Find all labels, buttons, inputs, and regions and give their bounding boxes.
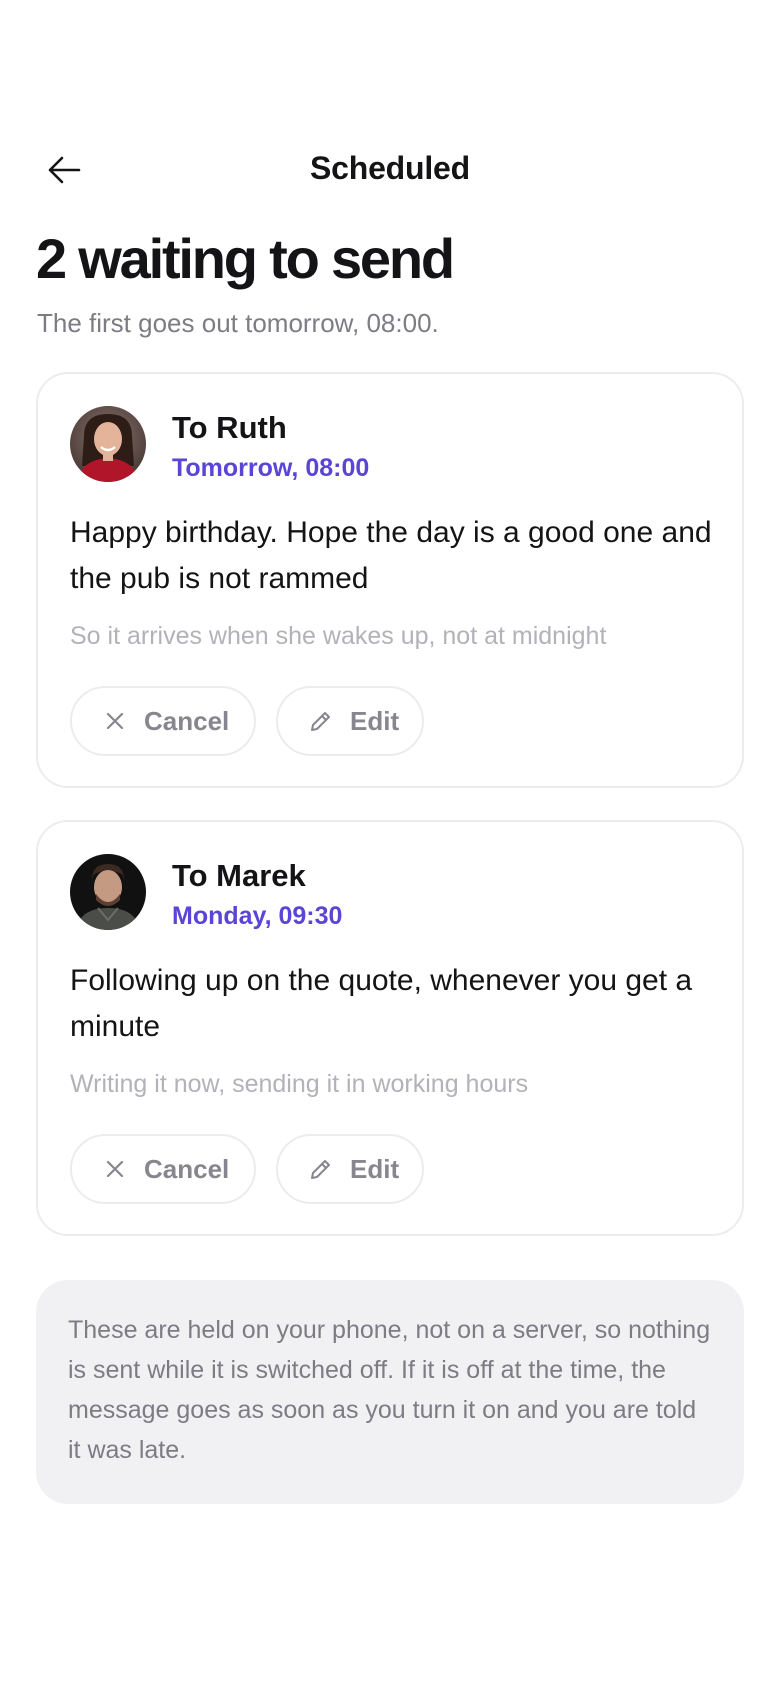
close-icon (102, 708, 128, 734)
edit-label: Edit (350, 1153, 400, 1184)
cancel-label: Cancel (144, 1153, 230, 1184)
message-note: So it arrives when she wakes up, not at … (70, 622, 607, 650)
avatar (70, 854, 146, 930)
message-text: Happy birthday. Hope the day is a good o… (70, 516, 712, 595)
pencil-icon (308, 708, 334, 734)
cancel-label: Cancel (144, 705, 230, 736)
scheduled-message-card[interactable]: To Ruth Tomorrow, 08:00 Happy birthday. … (36, 372, 744, 788)
summary-subtitle: The first goes out tomorrow, 08:00. (37, 308, 439, 338)
pencil-icon (308, 1156, 334, 1182)
edit-button[interactable]: Edit (276, 686, 424, 756)
page-title: Scheduled (309, 150, 470, 186)
recipient-name: To Marek (172, 858, 306, 893)
edit-button[interactable]: Edit (276, 1134, 424, 1204)
message-text: Following up on the quote, whenever you … (70, 964, 693, 1043)
scheduled-screen: Scheduled 2 waiting to send The first go… (0, 0, 780, 1688)
cancel-button[interactable]: Cancel (70, 1134, 256, 1204)
cancel-button[interactable]: Cancel (70, 686, 256, 756)
scheduled-message-card[interactable]: To Marek Monday, 09:30 Following up on t… (36, 820, 744, 1236)
recipient-name: To Ruth (172, 410, 287, 445)
avatar (70, 406, 146, 482)
edit-label: Edit (350, 705, 400, 736)
summary-heading: 2 waiting to send (36, 227, 455, 290)
send-time: Monday, 09:30 (172, 902, 343, 930)
send-time: Tomorrow, 08:00 (172, 454, 370, 482)
nav-bar: Scheduled (0, 140, 780, 200)
message-note: Writing it now, sending it in working ho… (70, 1070, 529, 1098)
close-icon (102, 1156, 128, 1182)
info-box: These are held on your phone, not on a s… (36, 1280, 744, 1504)
